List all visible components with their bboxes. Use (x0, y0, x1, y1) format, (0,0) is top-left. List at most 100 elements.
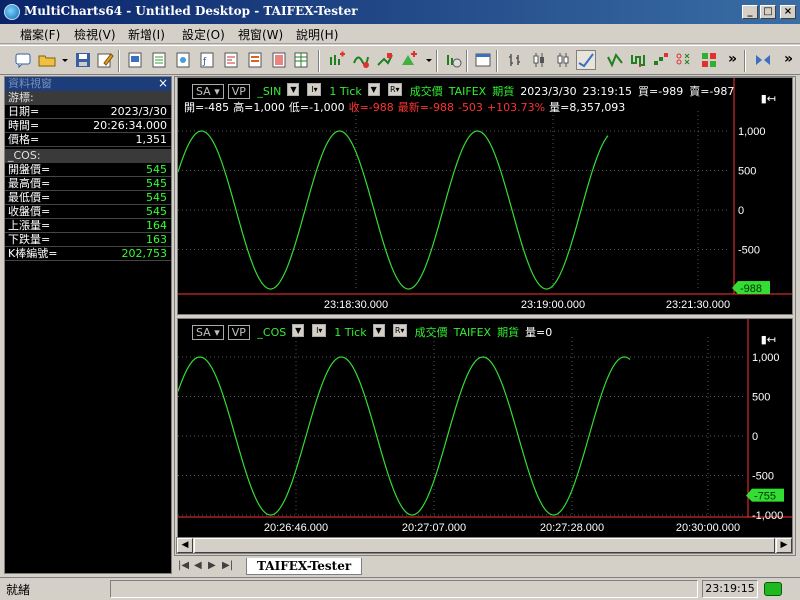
workspace-tab-bar: |◀ ◀ ▶ ▶| TAIFEX-Tester (174, 558, 796, 576)
tab-last-button[interactable]: ▶| (222, 560, 233, 571)
line-chart-icon[interactable] (576, 50, 596, 70)
doc-list-icon[interactable] (246, 51, 264, 69)
scroll-thumb[interactable] (194, 538, 775, 553)
pf-chart-icon[interactable] (606, 51, 624, 69)
doc-chart-icon[interactable] (126, 51, 144, 69)
data-row: 日期= 2023/3/30 (5, 105, 171, 119)
heatmap-icon[interactable] (700, 51, 718, 69)
chevron-down-icon[interactable] (420, 51, 432, 69)
toolbar-separator (318, 50, 320, 72)
doc-scan-icon[interactable] (174, 51, 192, 69)
minimize-button[interactable]: _ (742, 5, 758, 19)
data-window-title-text: 資料視窗 (8, 77, 52, 90)
menu-settings[interactable]: 設定(O) (182, 26, 225, 43)
add-signal-icon[interactable] (400, 51, 418, 69)
title-bar[interactable]: MultiCharts64 - Untitled Desktop - TAIFE… (0, 0, 800, 24)
row-value: 545 (146, 191, 167, 204)
last-price-tag-arrow (746, 488, 752, 502)
toolbar-separator (466, 50, 468, 72)
data-row: 最低價= 545 (5, 191, 171, 205)
app-logo-icon (4, 4, 20, 20)
kagi-chart-icon[interactable] (630, 51, 648, 69)
maximize-button[interactable]: □ (760, 5, 776, 19)
open-folder-icon[interactable] (38, 51, 56, 69)
row-label: K棒編號= (8, 247, 58, 260)
close-icon[interactable]: × (158, 76, 168, 90)
row-label: 價格= (8, 133, 40, 146)
menu-insert[interactable]: 新增(I) (128, 26, 165, 43)
bar-chart-icon[interactable] (506, 51, 524, 69)
doc-table-icon[interactable] (292, 51, 310, 69)
connection-status-icon (764, 582, 782, 596)
scroll-right-button[interactable]: ▶ (776, 538, 792, 553)
data-row: 最高價= 545 (5, 177, 171, 191)
toolbar-overflow-button[interactable]: » (728, 51, 738, 69)
x-tick-label: 23:21:30.000 (666, 299, 730, 311)
menu-help[interactable]: 說明(H) (296, 26, 338, 43)
menu-window[interactable]: 視窗(W) (238, 26, 283, 43)
candlestick-icon[interactable] (530, 51, 548, 69)
save-icon[interactable] (74, 51, 92, 69)
chat-icon[interactable] (14, 51, 32, 69)
add-study-icon[interactable] (352, 51, 370, 69)
tab-first-button[interactable]: |◀ (178, 560, 189, 571)
x-tick-label: 20:27:28.000 (540, 522, 604, 534)
edit-icon[interactable] (96, 51, 114, 69)
y-tick-label: -500 (752, 471, 774, 483)
row-value: 163 (146, 233, 167, 246)
chart-window: SA ▾ VP _SIN ▼ I▾ 1 Tick ▼ R▾ 成交價 TAIFEX 期貨 2023/3… (174, 76, 796, 556)
doc-script-icon[interactable]: ƒ (198, 51, 216, 69)
hollow-candle-icon[interactable] (554, 51, 572, 69)
tab-next-button[interactable]: ▶ (208, 560, 216, 571)
row-label: 收盤價= (8, 205, 51, 218)
x-tick-label: 20:26:46.000 (264, 522, 328, 534)
x-tick-label: 23:18:30.000 (324, 299, 388, 311)
row-value: 1,351 (135, 133, 168, 146)
data-row: 價格= 1,351 (5, 133, 171, 147)
status-text: 就緒 (6, 583, 31, 597)
toolbar-separator (436, 50, 438, 72)
toolbar-overflow-button[interactable]: » (784, 51, 794, 69)
calendar-icon[interactable] (474, 51, 492, 69)
x-tick-label: 23:19:00.000 (521, 299, 585, 311)
flip-icon[interactable] (754, 51, 772, 69)
renko-chart-icon[interactable] (652, 51, 670, 69)
data-row: K棒編號= 202,753 (5, 247, 171, 261)
app-window: MultiCharts64 - Untitled Desktop - TAIFE… (0, 0, 800, 600)
chevron-down-icon[interactable] (56, 51, 68, 69)
row-label: 最低價= (8, 191, 51, 204)
point-figure-icon[interactable] (674, 51, 692, 69)
doc-grid-icon[interactable] (150, 51, 168, 69)
doc-report-icon[interactable] (270, 51, 288, 69)
data-window: 資料視窗 × 游標: 日期= 2023/3/30 時間= 20:26:34.000 … (4, 76, 172, 574)
menu-file[interactable]: 檔案(F) (20, 26, 60, 43)
menu-view[interactable]: 檢視(V) (74, 26, 116, 43)
row-label: 下跌量= (8, 233, 51, 246)
doc-dom-icon[interactable] (222, 51, 240, 69)
row-value: 202,753 (121, 247, 168, 260)
last-price-label: -755 (754, 491, 776, 503)
format-instrument-icon[interactable] (444, 51, 462, 69)
row-value: 164 (146, 219, 167, 232)
data-row: 收盤價= 545 (5, 205, 171, 219)
scroll-left-button[interactable]: ◀ (177, 538, 193, 553)
y-tick-label: -1,000 (752, 510, 783, 522)
data-row: 下跌量= 163 (5, 233, 171, 247)
row-value: 20:26:34.000 (93, 119, 167, 132)
add-indicator-icon[interactable] (328, 51, 346, 69)
status-time: 23:19:15 (702, 580, 758, 598)
chart-canvas-bottom: 1,000 500 0 -500 -1,000 20:26:46.000 20:27:07.… (178, 319, 792, 534)
chart-pane-bottom[interactable]: SA ▾ VP _COS ▼ I▾ 1 Tick ▼ R▾ 成交價 TAIFEX 期貨 量=0 ▮↤… (177, 318, 793, 538)
last-price-tag-arrow (732, 281, 738, 295)
last-price-label: -988 (740, 283, 762, 295)
add-drawing-icon[interactable] (376, 51, 394, 69)
row-label: 開盤價= (8, 163, 51, 176)
tab-taifex-tester[interactable]: TAIFEX-Tester (246, 558, 363, 575)
tab-prev-button[interactable]: ◀ (194, 560, 202, 571)
chart-pane-top[interactable]: SA ▾ VP _SIN ▼ I▾ 1 Tick ▼ R▾ 成交價 TAIFEX 期貨 2023/3… (177, 77, 793, 315)
y-tick-label: 0 (738, 205, 744, 217)
y-tick-label: 1,000 (752, 352, 780, 364)
series-section-label: _COS: (8, 149, 41, 162)
horizontal-scrollbar[interactable]: ◀ ▶ (176, 537, 793, 554)
close-button[interactable]: × (780, 5, 796, 19)
